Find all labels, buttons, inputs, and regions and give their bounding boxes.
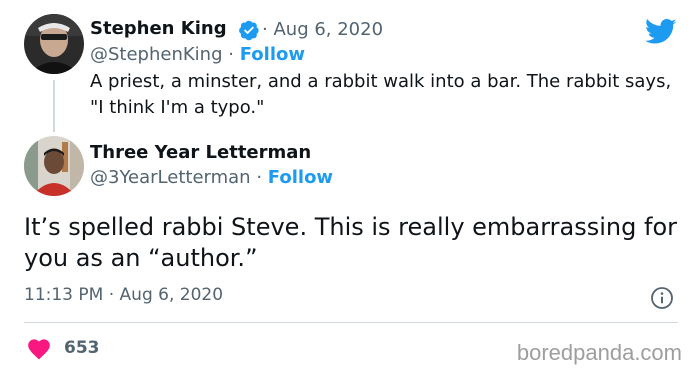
stephen-king-avatar[interactable] [24,14,84,74]
reply-author-name[interactable]: Three Year Letterman [90,142,311,163]
separator-dot: · [228,44,234,65]
separator-dot: · [108,285,115,305]
heart-icon[interactable] [26,336,52,360]
reply-timestamp[interactable]: 11:13 PM · Aug 6, 2020 [24,285,223,305]
original-date-line: · Aug 6, 2020 [262,19,383,40]
twitter-bird-icon[interactable] [645,18,677,46]
separator-dot: · [262,19,268,40]
follow-reply-author-button[interactable]: Follow [268,167,333,188]
original-author-name[interactable]: Stephen King [90,18,227,39]
reply-author-handle[interactable]: @3YearLetterman [90,167,251,188]
thread-connector-line [53,80,55,132]
original-tweet-date[interactable]: Aug 6, 2020 [273,19,383,40]
info-icon[interactable] [650,286,674,310]
separator-dot: · [256,167,263,188]
original-author-handle[interactable]: @StephenKing [90,44,223,65]
follow-original-author-button[interactable]: Follow [240,44,305,65]
original-handle-line: @StephenKing · Follow [90,44,305,65]
divider [24,322,678,323]
reply-handle-line: @3YearLetterman · Follow [90,167,333,188]
like-count[interactable]: 653 [64,338,100,358]
reply-tweet-text: It’s spelled rabbi Steve. This is really… [24,213,678,272]
reply-date: Aug 6, 2020 [119,285,224,305]
verified-badge-icon [239,20,259,41]
reply-time: 11:13 PM [24,285,104,305]
original-tweet-text: A priest, a minster, and a rabbit walk i… [90,71,672,118]
three-year-letterman-avatar[interactable] [24,136,84,196]
boredpanda-watermark: boredpanda.com [516,340,682,365]
